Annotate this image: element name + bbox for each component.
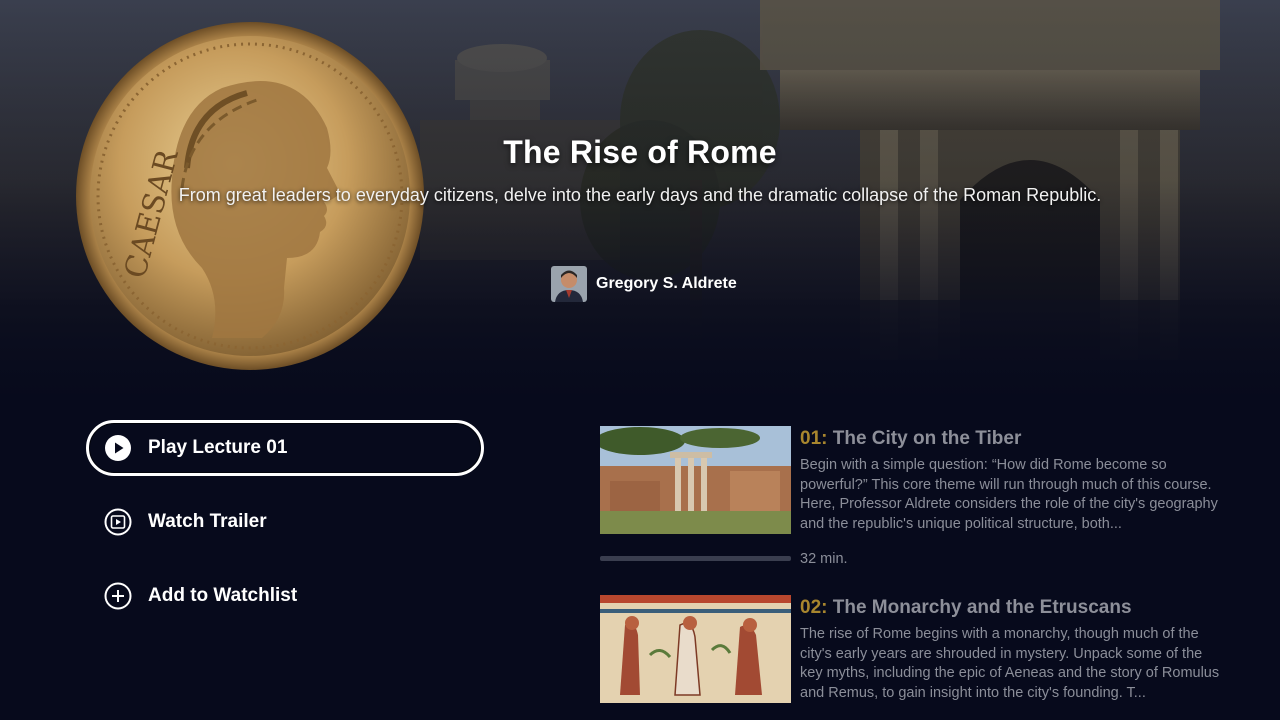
lecture-progress-bar [600, 556, 791, 561]
lecture-description: Begin with a simple question: “How did R… [800, 457, 1218, 532]
professor-avatar [551, 266, 587, 302]
lecture-title-row: 01: The City on the Tiber [800, 428, 1220, 450]
course-actions: Play Lecture 01 Watch Trailer Add to Wat… [86, 420, 484, 642]
lecture-thumbnail [600, 595, 791, 703]
play-circle-icon [103, 433, 133, 463]
lecture-thumbnail [600, 426, 791, 534]
lecture-title-row: 02: The Monarchy and the Etruscans [800, 597, 1220, 619]
course-subtitle: From great leaders to everyday citizens,… [178, 185, 1102, 205]
add-to-watchlist-label: Add to Watchlist [148, 585, 298, 606]
plus-circle-icon [103, 581, 133, 611]
play-lecture-label: Play Lecture 01 [148, 437, 288, 458]
hero-banner: CAESAR The Rise of Rome From great leade… [0, 0, 1280, 400]
lecture-number: 02: [800, 597, 828, 618]
course-title: The Rise of Rome [503, 134, 777, 170]
watch-trailer-button[interactable]: Watch Trailer [86, 494, 484, 550]
lecture-info: 01: The City on the Tiber Begin with a s… [800, 428, 1220, 534]
add-to-watchlist-button[interactable]: Add to Watchlist [86, 568, 484, 624]
professor-link[interactable]: Gregory S. Aldrete [551, 266, 737, 302]
lecture-info: 02: The Monarchy and the Etruscans The r… [800, 597, 1220, 703]
professor-name: Gregory S. Aldrete [596, 275, 737, 292]
lecture-number: 01: [800, 428, 828, 449]
lecture-title: The Monarchy and the Etruscans [832, 597, 1132, 618]
lecture-title: The City on the Tiber [832, 428, 1022, 449]
lecture-duration: 32 min. [800, 551, 848, 567]
lecture-description: The rise of Rome begins with a monarchy,… [800, 626, 1220, 701]
play-lecture-button[interactable]: Play Lecture 01 [86, 420, 484, 476]
film-reel-icon [103, 507, 133, 537]
watch-trailer-label: Watch Trailer [148, 511, 267, 532]
course-header: The Rise of Rome From great leaders to e… [0, 134, 1280, 206]
